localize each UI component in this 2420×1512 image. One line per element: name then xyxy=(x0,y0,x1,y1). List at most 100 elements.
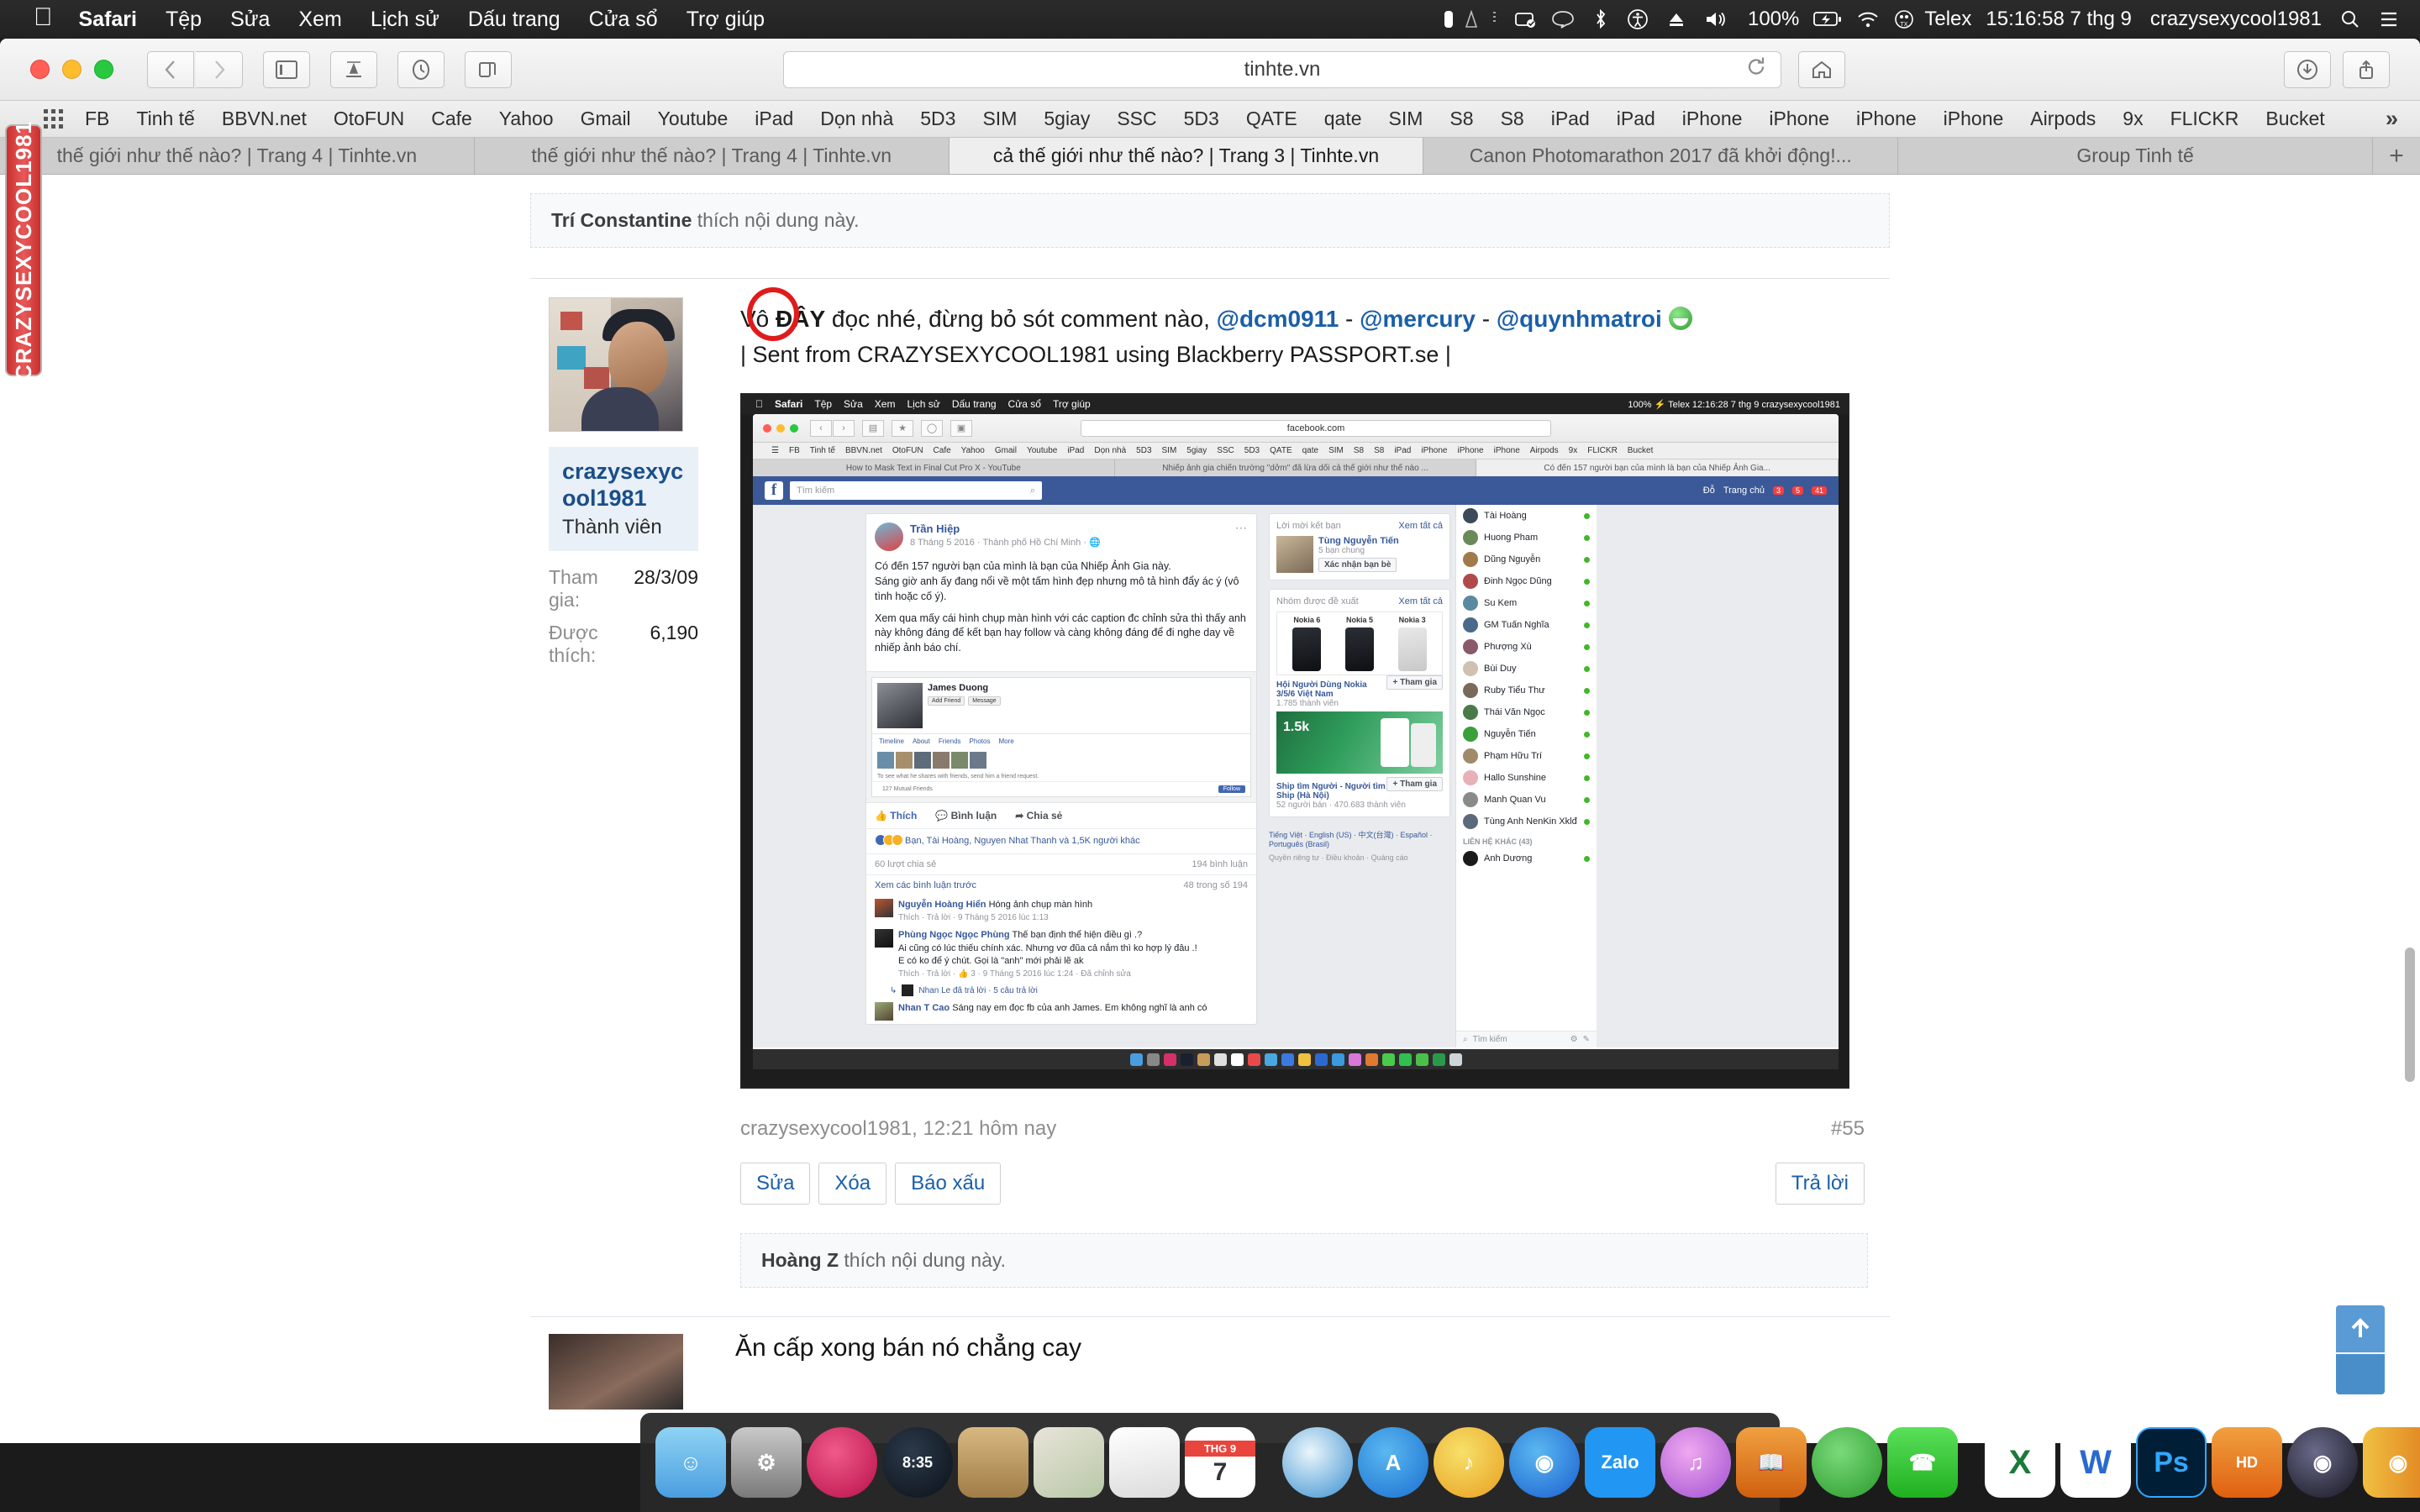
bookmark-gmail[interactable]: Gmail xyxy=(567,108,644,130)
vertical-user-tab[interactable]: CRAZYSEXYCOOL1981 xyxy=(5,121,42,380)
bookmark-5d3-2[interactable]: 5D3 xyxy=(1171,108,1233,130)
sidebar-icon[interactable] xyxy=(263,50,310,88)
next-post-title[interactable]: Ăn cấp xong bán nó chẳng cay xyxy=(735,1334,1081,1410)
bookmark-qate-1[interactable]: QATE xyxy=(1233,108,1311,130)
scroll-to-top-button[interactable] xyxy=(2336,1305,2385,1352)
zalo-icon[interactable]: Zalo xyxy=(1585,1427,1655,1498)
home-icon[interactable] xyxy=(1798,50,1845,88)
menu-clock[interactable]: 15:16:58 7 thg 9 xyxy=(1976,0,2140,39)
film-icon[interactable]: ◉ xyxy=(2287,1427,2358,1498)
clock-widget-icon[interactable]: 8:35 xyxy=(882,1427,953,1498)
bookmark-9x[interactable]: 9x xyxy=(2109,108,2156,130)
menu-view[interactable]: Xem xyxy=(284,0,355,39)
scrollbar-thumb[interactable] xyxy=(2405,948,2415,1082)
tab-5[interactable]: Group Tinh tế xyxy=(1898,138,2373,174)
bookmark-flickr[interactable]: FLICKR xyxy=(2157,108,2253,130)
volume-icon[interactable] xyxy=(1695,9,1739,29)
signal-icon[interactable] xyxy=(1460,10,1486,29)
bookmark-tinhte[interactable]: Tinh tế xyxy=(123,108,208,130)
eject-icon[interactable] xyxy=(1658,9,1695,29)
word-icon[interactable]: W xyxy=(2060,1427,2131,1498)
bookmark-ipad-2[interactable]: iPad xyxy=(1538,108,1603,130)
bookmark-5d3-1[interactable]: 5D3 xyxy=(907,108,969,130)
wifi-icon[interactable] xyxy=(1847,9,1889,29)
menu-history[interactable]: Lịch sử xyxy=(356,0,454,39)
safari-icon[interactable] xyxy=(1282,1427,1353,1498)
address-bar[interactable]: tinhte.vn xyxy=(783,50,1781,88)
bookmark-cafe[interactable]: Cafe xyxy=(418,108,486,130)
screen-recorder-icon[interactable] xyxy=(1510,10,1542,29)
menu-user-name[interactable]: crazysexycool1981 xyxy=(2141,0,2331,39)
notes-icon[interactable] xyxy=(1109,1427,1180,1498)
history-icon[interactable] xyxy=(397,50,445,88)
embedded-screenshot[interactable]:  Safari Tệp Sửa Xem Lịch sử Dấu trang C… xyxy=(740,393,1849,1089)
like-notice-top-user[interactable]: Trí Constantine xyxy=(551,209,692,231)
bookmark-iphone-3[interactable]: iPhone xyxy=(1843,108,1930,130)
lock-icon[interactable] xyxy=(1438,9,1460,29)
contacts-icon[interactable] xyxy=(958,1427,1028,1498)
messages-icon[interactable]: ☎ xyxy=(1887,1427,1958,1498)
reading-list-icon[interactable] xyxy=(330,50,377,88)
edit-button[interactable]: Sửa xyxy=(740,1163,811,1205)
chat-icon[interactable] xyxy=(1542,9,1584,29)
reply-button[interactable]: Trả lời xyxy=(1775,1163,1865,1205)
like-notice-bottom-user[interactable]: Hoàng Z xyxy=(761,1249,839,1271)
photoshop-icon[interactable]: Ps xyxy=(2136,1427,2207,1498)
window-controls[interactable] xyxy=(0,60,113,79)
calendar-icon[interactable]: THG 9 7 xyxy=(1185,1427,1255,1498)
bookmarks-overflow-icon[interactable]: » xyxy=(2364,106,2420,132)
bookmark-qate-2[interactable]: qate xyxy=(1311,108,1376,130)
lastpass-icon[interactable] xyxy=(807,1427,877,1498)
menu-help[interactable]: Trợ giúp xyxy=(672,0,779,39)
page-scrollbar[interactable] xyxy=(2405,175,2417,1443)
tab-4[interactable]: Canon Photomarathon 2017 đã khởi động!..… xyxy=(1423,138,1899,174)
delete-button[interactable]: Xóa xyxy=(818,1163,887,1205)
share-icon[interactable] xyxy=(2343,50,2390,88)
spotlight-search-icon[interactable] xyxy=(2331,9,2370,29)
notes-icon[interactable] xyxy=(1486,11,1510,28)
menu-bookmarks[interactable]: Dấu trang xyxy=(454,0,575,39)
bookmark-s8-2[interactable]: S8 xyxy=(1487,108,1538,130)
apple-menu-icon[interactable]:  xyxy=(22,3,65,32)
system-preferences-icon[interactable]: ⚙ xyxy=(731,1427,802,1498)
tabs-icon[interactable] xyxy=(465,50,512,88)
menu-safari[interactable]: Safari xyxy=(65,0,151,39)
bookmark-5giay[interactable]: 5giay xyxy=(1030,108,1103,130)
input-source-icon[interactable]: TX xyxy=(1889,9,1919,29)
reload-icon[interactable] xyxy=(1745,55,1767,83)
bookmark-sim-2[interactable]: SIM xyxy=(1376,108,1437,130)
close-button[interactable] xyxy=(30,60,50,79)
battery-icon[interactable] xyxy=(1808,10,1847,29)
accessibility-icon[interactable] xyxy=(1618,8,1658,30)
finder-icon[interactable]: ☺ xyxy=(655,1427,726,1498)
viewer-icon[interactable]: ◉ xyxy=(2363,1427,2420,1498)
bookmark-ipad-3[interactable]: iPad xyxy=(1603,108,1669,130)
itunes-icon[interactable]: ♫ xyxy=(1660,1427,1731,1498)
ibooks-icon[interactable]: 📖 xyxy=(1736,1427,1807,1498)
tab-3-active[interactable]: cả thế giới như thế nào? | Trang 3 | Tin… xyxy=(949,138,1424,174)
handbrake-icon[interactable]: HD xyxy=(2212,1427,2282,1498)
photos-pro-icon[interactable]: ◉ xyxy=(1509,1427,1580,1498)
bookmark-ssc[interactable]: SSC xyxy=(1103,108,1170,130)
bookmark-iphone-2[interactable]: iPhone xyxy=(1755,108,1843,130)
tab-2[interactable]: thế giới như thế nào? | Trang 4 | Tinhte… xyxy=(474,138,950,174)
forward-icon[interactable] xyxy=(196,50,243,88)
bookmark-airpods[interactable]: Airpods xyxy=(2017,108,2109,130)
bookmark-donnha[interactable]: Dọn nhà xyxy=(807,108,907,130)
bookmark-iphone-4[interactable]: iPhone xyxy=(1930,108,2018,130)
notification-center-icon[interactable] xyxy=(2370,10,2408,29)
mention-dcm0911[interactable]: @dcm0911 xyxy=(1217,306,1339,332)
x-icon[interactable]: X xyxy=(1985,1427,2055,1498)
app-store-icon[interactable]: A xyxy=(1358,1427,1428,1498)
post-author-name[interactable]: crazysexycool1981 xyxy=(562,459,685,512)
mention-quynhmatroi[interactable]: @quynhmatroi xyxy=(1497,306,1662,332)
bookmark-ipad-1[interactable]: iPad xyxy=(741,108,807,130)
bookmark-bucket[interactable]: Bucket xyxy=(2252,108,2338,130)
input-source-label[interactable]: Telex xyxy=(1919,0,1976,39)
bookmark-fb[interactable]: FB xyxy=(71,108,123,130)
avatar[interactable] xyxy=(549,297,683,432)
bookmark-otofun[interactable]: OtoFUN xyxy=(320,108,418,130)
menu-file[interactable]: Tệp xyxy=(151,0,216,39)
download-icon[interactable] xyxy=(2284,50,2331,88)
post-number[interactable]: #55 xyxy=(1831,1117,1865,1141)
